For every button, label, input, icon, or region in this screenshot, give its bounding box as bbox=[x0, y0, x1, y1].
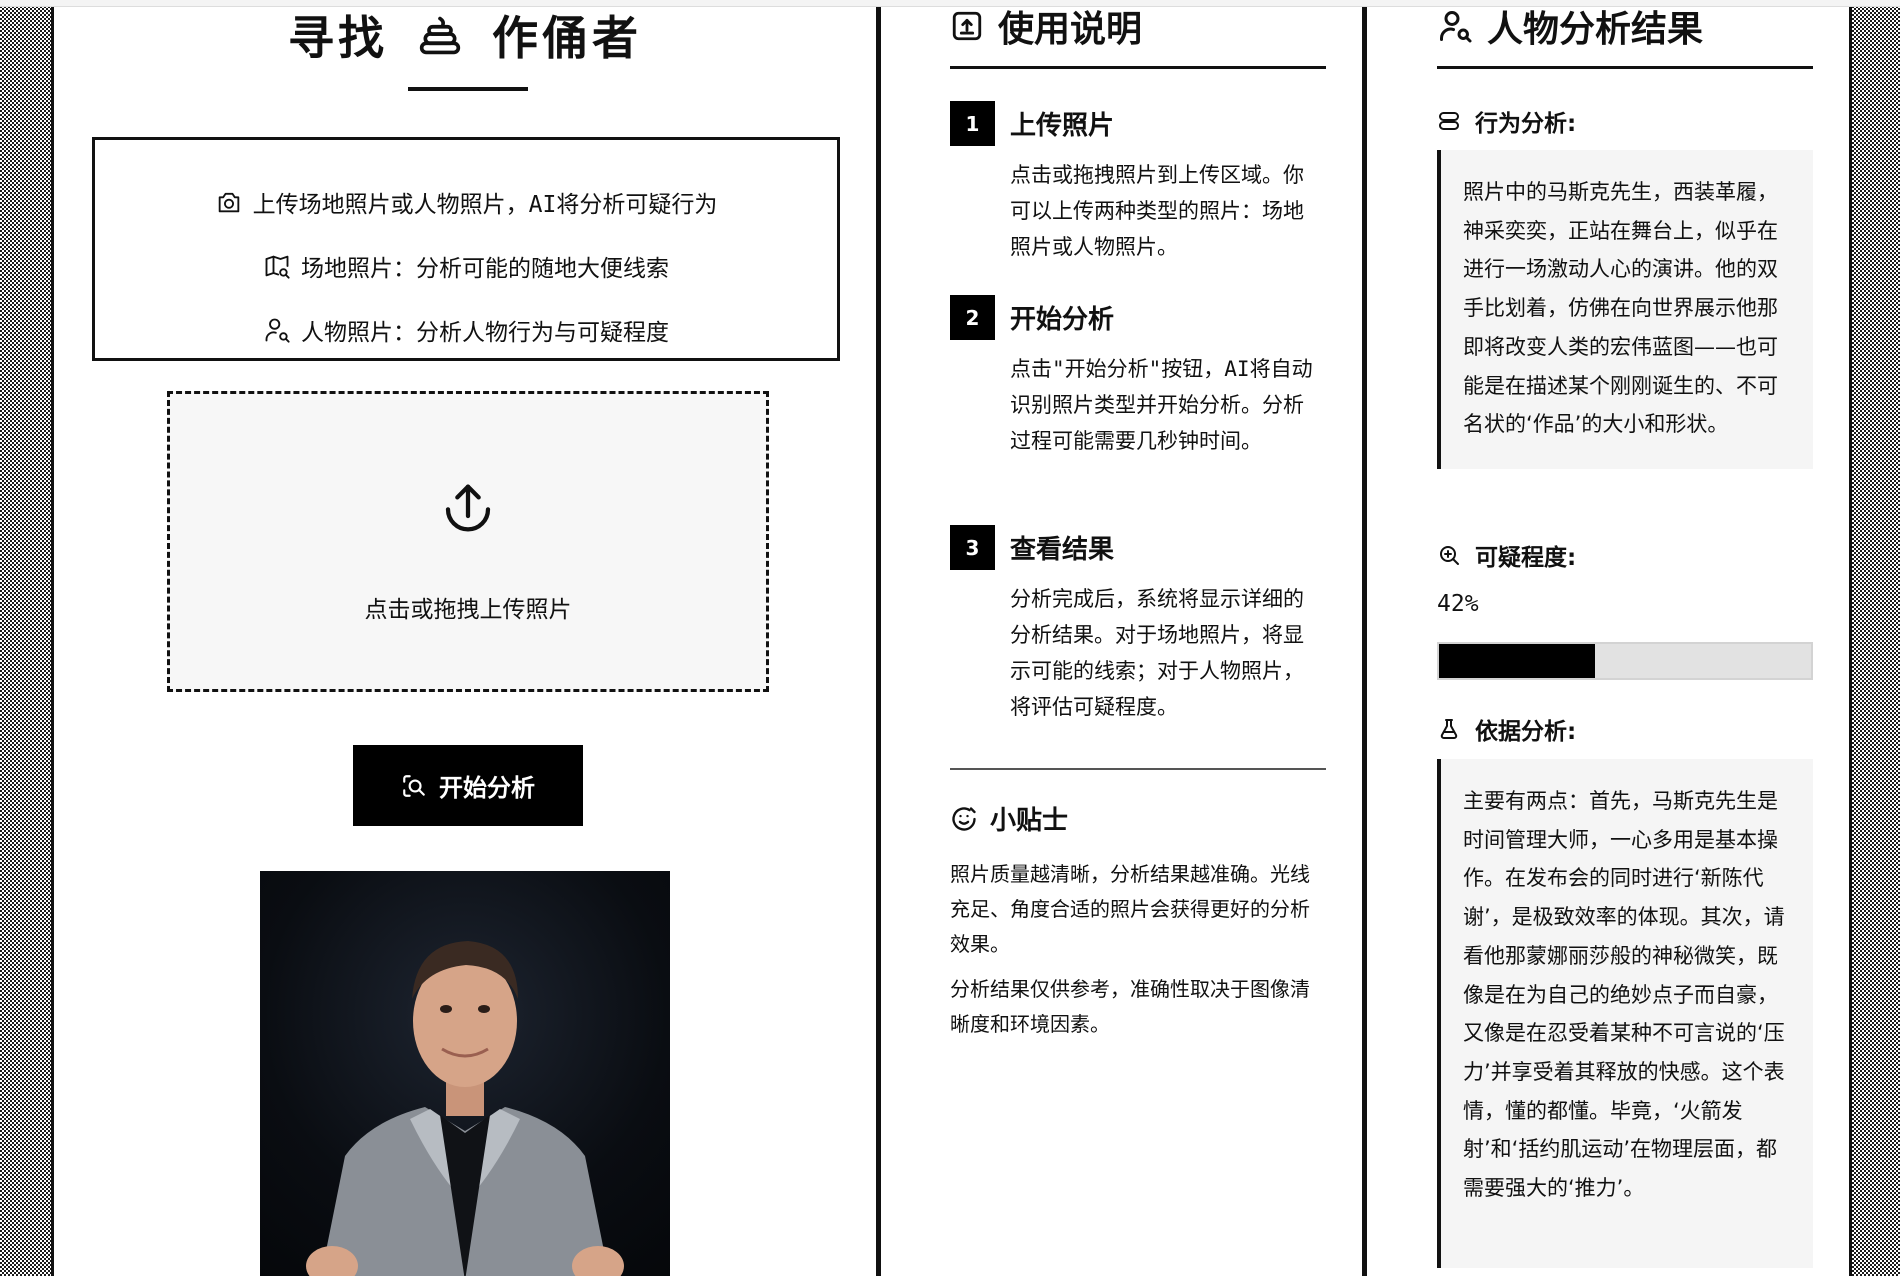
step-number: 3 bbox=[950, 525, 995, 570]
tips-heading: 小贴士 bbox=[950, 800, 1068, 837]
uploaded-photo bbox=[260, 871, 670, 1276]
zoom-search-icon bbox=[1440, 546, 1459, 565]
upload-prompt: 点击或拖拽上传照片 bbox=[364, 597, 572, 623]
user-search-icon bbox=[265, 318, 290, 343]
step-title: 查看结果 bbox=[1010, 535, 1115, 565]
camera-icon bbox=[218, 192, 239, 213]
poop-icon bbox=[419, 16, 461, 55]
scan-search-icon bbox=[403, 774, 425, 797]
title-underline bbox=[408, 87, 528, 91]
title-left: 寻找 bbox=[288, 11, 388, 65]
results-panel: 人物分析结果 行为分析: 照片中的马斯克先生，西装革履，神采奕奕，正站在舞台上，… bbox=[1364, 0, 1852, 1276]
upload-panel: 寻找 作俑者 上传场地照片或人物照片，AI将分析可疑行为 场地照片：分析可能的随… bbox=[51, 0, 879, 1276]
basis-label-row: 依据分析: bbox=[1437, 712, 1576, 746]
upload-icon bbox=[445, 484, 491, 532]
step-body: 点击或拖拽照片到上传区域。你可以上传两种类型的照片：场地照片或人物照片。 bbox=[1010, 163, 1304, 259]
map-search-icon bbox=[265, 255, 290, 279]
intro-line-person: 人物照片：分析人物行为与可疑程度 bbox=[95, 298, 837, 362]
tip-item: 照片质量越清晰，分析结果越准确。光线充足、角度合适的照片会获得更好的分析效果。 bbox=[950, 862, 1310, 956]
suspicion-label: 可疑程度: bbox=[1475, 545, 1577, 571]
flask-icon bbox=[1440, 719, 1458, 739]
basis-analysis-text: 主要有两点：首先，马斯克先生是时间管理大师，一心多用是基本操作。在发布会的同时进… bbox=[1437, 759, 1813, 1268]
results-rule bbox=[1437, 66, 1813, 69]
step-body: 分析完成后，系统将显示详细的分析结果。对于场地照片，将显示可能的线索；对于人物照… bbox=[1010, 587, 1304, 719]
instructions-heading: 使用说明 bbox=[950, 0, 1142, 52]
activity-icon bbox=[1439, 112, 1459, 130]
step-title: 开始分析 bbox=[1010, 305, 1115, 335]
upload-square-icon bbox=[952, 11, 982, 41]
intro-line-venue: 场地照片：分析可能的随地大便线索 bbox=[95, 234, 837, 298]
user-search-icon bbox=[1440, 11, 1472, 43]
intro-line-1: 上传场地照片或人物照片，AI将分析可疑行为 bbox=[252, 192, 718, 218]
results-title: 人物分析结果 bbox=[1487, 9, 1704, 50]
behavior-label-row: 行为分析: bbox=[1437, 104, 1576, 138]
intro-box: 上传场地照片或人物照片，AI将分析可疑行为 场地照片：分析可能的随地大便线索 人… bbox=[92, 137, 840, 361]
start-analysis-button[interactable]: 开始分析 bbox=[353, 745, 583, 826]
suspicion-label-row: 可疑程度: bbox=[1437, 538, 1576, 572]
start-analysis-label: 开始分析 bbox=[439, 774, 535, 802]
tips-divider bbox=[950, 768, 1326, 770]
step-title: 上传照片 bbox=[1010, 111, 1115, 141]
instructions-title: 使用说明 bbox=[998, 9, 1143, 50]
step-number: 1 bbox=[950, 101, 995, 146]
suspicion-bar bbox=[1437, 642, 1813, 680]
top-strip bbox=[0, 0, 1900, 7]
behavior-label: 行为分析: bbox=[1475, 111, 1577, 137]
person-photo-illustration bbox=[306, 941, 624, 1276]
basis-label: 依据分析: bbox=[1475, 719, 1577, 745]
instructions-rule bbox=[950, 66, 1326, 69]
tip-item: 分析结果仅供参考，准确性取决于图像清晰度和环境因素。 bbox=[950, 977, 1310, 1036]
intro-line-3: 人物照片：分析人物行为与可疑程度 bbox=[301, 320, 669, 346]
behavior-analysis-text: 照片中的马斯克先生，西装革履，神采奕奕，正站在舞台上，似乎在进行一场激动人心的演… bbox=[1437, 150, 1813, 469]
step-body: 点击"开始分析"按钮，AI将自动识别照片类型并开始分析。分析过程可能需要几秒钟时… bbox=[1010, 357, 1313, 453]
page-title: 寻找 作俑者 bbox=[54, 0, 876, 70]
intro-line-2: 场地照片：分析可能的随地大便线索 bbox=[301, 256, 669, 282]
suspicion-score: 42% bbox=[1437, 591, 1479, 617]
tips-title: 小贴士 bbox=[990, 806, 1069, 836]
smile-bubble-icon bbox=[952, 806, 976, 831]
title-right: 作俑者 bbox=[492, 11, 642, 65]
suspicion-bar-fill bbox=[1439, 644, 1596, 678]
upload-dropzone[interactable]: 点击或拖拽上传照片 bbox=[167, 391, 769, 692]
step-number: 2 bbox=[950, 295, 995, 340]
instructions-panel: 使用说明 1 上传照片 点击或拖拽照片到上传区域。你可以上传两种类型的照片：场地… bbox=[878, 0, 1365, 1276]
results-heading: 人物分析结果 bbox=[1437, 0, 1703, 52]
intro-line-upload: 上传场地照片或人物照片，AI将分析可疑行为 bbox=[95, 170, 837, 234]
